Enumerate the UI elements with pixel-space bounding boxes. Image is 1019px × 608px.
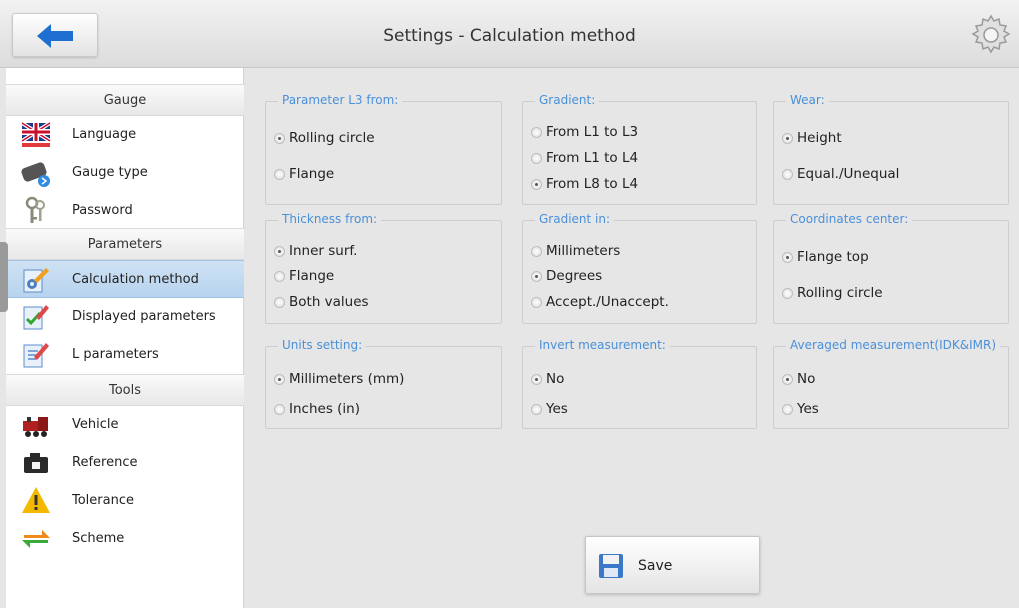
group-title: Averaged measurement(IDK&IMR): [786, 338, 1001, 352]
top-bar: Settings - Calculation method: [0, 0, 1019, 68]
gear-icon[interactable]: [968, 12, 1014, 58]
group-title: Wear:: [786, 93, 829, 107]
group-title: Coordinates center:: [786, 212, 913, 226]
radio-dot-icon: [782, 404, 793, 415]
group-title: Gradient in:: [535, 212, 615, 226]
radio-dot-icon: [782, 288, 793, 299]
group-invert-measurement: Invert measurement: No Yes: [522, 338, 757, 429]
group-parameter-l3: Parameter L3 from: Rolling circle Flange: [265, 93, 502, 205]
sidebar-item-label: Language: [72, 127, 137, 142]
section-parameters: Parameters: [6, 228, 244, 260]
radio-dot-icon: [531, 271, 542, 282]
sidebar-item-gauge-type[interactable]: Gauge type: [6, 154, 244, 192]
sidebar: Gauge Language Gauge type Password Param…: [6, 68, 244, 608]
group-units-setting: Units setting: Millimeters (mm) Inches (…: [265, 338, 502, 429]
radio-dot-icon: [531, 374, 542, 385]
sidebar-item-scheme[interactable]: Scheme: [6, 520, 244, 558]
sidebar-item-label: Displayed parameters: [72, 309, 216, 324]
sidebar-item-password[interactable]: Password: [6, 192, 244, 230]
group-title: Thickness from:: [278, 212, 382, 226]
group-coordinates-center: Coordinates center: Flange top Rolling c…: [773, 212, 1009, 324]
checklist-icon: [23, 305, 49, 330]
page-title: Settings - Calculation method: [383, 26, 636, 46]
sidebar-item-reference[interactable]: Reference: [6, 444, 244, 482]
radio-dot-icon: [782, 374, 793, 385]
warning-icon: [22, 487, 50, 513]
sidebar-item-label: Calculation method: [72, 272, 199, 287]
sidebar-drag-handle[interactable]: [0, 242, 8, 312]
section-tools: Tools: [6, 374, 244, 406]
gear-pencil-icon: [23, 268, 49, 293]
radio-dot-icon: [274, 246, 285, 257]
sidebar-item-language[interactable]: Language: [6, 116, 244, 154]
sidebar-item-label: Password: [72, 203, 133, 218]
camera-icon: [24, 453, 48, 473]
radio-dot-icon: [531, 246, 542, 257]
save-button[interactable]: Save: [585, 536, 760, 594]
group-title: Units setting:: [278, 338, 367, 352]
sidebar-item-label: L parameters: [72, 347, 159, 362]
sidebar-item-calculation-method[interactable]: Calculation method: [6, 260, 244, 298]
swap-arrows-icon: [22, 530, 50, 548]
sidebar-item-label: Gauge type: [72, 165, 148, 180]
group-wear: Wear: Height Equal./Unequal: [773, 93, 1009, 205]
radio-dot-icon: [274, 374, 285, 385]
radio-dot-icon: [782, 169, 793, 180]
radio-dot-icon: [274, 271, 285, 282]
radio-dot-icon: [274, 169, 285, 180]
group-gradient-in: Gradient in: Millimeters Degrees Accept.…: [522, 212, 757, 324]
group-averaged-measurement: Averaged measurement(IDK&IMR) No Yes: [773, 338, 1009, 429]
back-arrow-icon: [37, 24, 73, 48]
floppy-disk-icon: [599, 554, 623, 578]
sidebar-item-label: Reference: [72, 455, 138, 470]
sidebar-item-label: Vehicle: [72, 417, 119, 432]
locomotive-icon: [23, 417, 48, 437]
section-gauge: Gauge: [6, 84, 244, 116]
radio-dot-icon: [531, 127, 542, 138]
group-gradient: Gradient: From L1 to L3 From L1 to L4 Fr…: [522, 93, 757, 205]
radio-dot-icon: [782, 252, 793, 263]
sidebar-item-displayed-parameters[interactable]: Displayed parameters: [6, 298, 244, 336]
group-thickness-from: Thickness from: Inner surf. Flange Both …: [265, 212, 502, 324]
sidebar-item-vehicle[interactable]: Vehicle: [6, 406, 244, 444]
sidebar-item-label: Tolerance: [72, 493, 134, 508]
group-title: Invert measurement:: [535, 338, 670, 352]
radio-dot-icon: [531, 297, 542, 308]
uk-flag-icon: [20, 121, 52, 147]
sidebar-item-label: Scheme: [72, 531, 125, 546]
radio-dot-icon: [274, 404, 285, 415]
save-button-label: Save: [638, 558, 673, 574]
sidebar-item-l-parameters[interactable]: L parameters: [6, 336, 244, 374]
radio-dot-icon: [274, 133, 285, 144]
radio-dot-icon: [782, 133, 793, 144]
sidebar-item-tolerance[interactable]: Tolerance: [6, 482, 244, 520]
radio-dot-icon: [531, 153, 542, 164]
keys-icon: [25, 196, 45, 223]
group-title: Parameter L3 from:: [278, 93, 403, 107]
edit-list-icon: [23, 343, 49, 368]
radio-dot-icon: [531, 404, 542, 415]
radio-dot-icon: [274, 297, 285, 308]
gauge-device-icon: [21, 162, 50, 187]
back-button[interactable]: [12, 13, 98, 57]
group-title: Gradient:: [535, 93, 600, 107]
radio-dot-icon: [531, 179, 542, 190]
